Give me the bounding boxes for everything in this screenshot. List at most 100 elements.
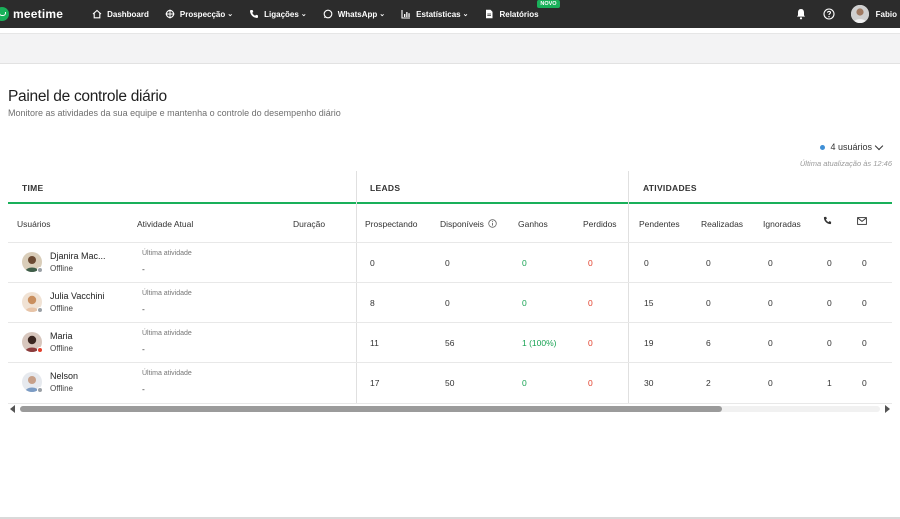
scroll-left-arrow-icon[interactable]	[10, 405, 15, 413]
pending-value: 30	[644, 378, 654, 388]
page-subtitle: Monitore as atividades da sua equipe e m…	[8, 108, 341, 118]
group-leads: LEADS	[370, 183, 401, 193]
scroll-right-arrow-icon[interactable]	[885, 405, 890, 413]
nav-item-relatorios[interactable]: Relatórios NOVO	[484, 0, 560, 28]
presence-dot	[37, 307, 43, 313]
nav-item-label: Relatórios	[499, 9, 539, 19]
emails-value: 0	[862, 298, 867, 308]
user-name[interactable]: Maria	[50, 331, 73, 341]
header-won: Ganhos	[518, 219, 548, 229]
ignored-value: 0	[768, 258, 773, 268]
emails-value: 0	[862, 378, 867, 388]
nav-item-ligacoes[interactable]: Ligações ⌄	[249, 0, 307, 28]
nav-item-label: WhatsApp	[337, 9, 378, 19]
done-value: 2	[706, 378, 711, 388]
new-badge: NOVO	[537, 0, 560, 8]
pending-value: 0	[644, 258, 649, 268]
brand-logo[interactable]: meetime	[0, 0, 63, 28]
home-icon	[92, 9, 102, 19]
emails-value: 0	[862, 258, 867, 268]
presence-dot	[37, 347, 43, 353]
users-selector[interactable]: 4 usuários	[820, 141, 884, 152]
done-value: 0	[706, 258, 711, 268]
header-current-activity: Atividade Atual	[137, 219, 194, 229]
secondary-toolbar	[0, 33, 900, 64]
done-value: 0	[706, 298, 711, 308]
available-value: 56	[445, 338, 455, 348]
chevron-down-icon: ⌄	[462, 11, 469, 18]
header-done: Realizadas	[701, 219, 744, 229]
presence-dot	[37, 267, 43, 273]
row-divider	[8, 362, 892, 363]
main-nav: Dashboard Prospecção ⌄ Ligações ⌄ WhatsA…	[92, 0, 560, 28]
meetime-logo-icon	[0, 7, 9, 21]
prospecting-value: 0	[370, 258, 375, 268]
emails-value: 0	[862, 338, 867, 348]
prospecting-value: 8	[370, 298, 375, 308]
won-value: 0	[522, 298, 527, 308]
available-value: 0	[445, 258, 450, 268]
user-status: Offline	[50, 264, 73, 273]
user-name[interactable]: Fabio	[876, 10, 897, 19]
activity-label: Última atividade	[142, 290, 192, 297]
column-divider	[628, 171, 629, 404]
chart-icon	[401, 10, 411, 19]
header-lost: Perdidos	[583, 219, 617, 229]
nav-item-label: Estatísticas	[416, 9, 461, 19]
user-name[interactable]: Djanira Mac...	[50, 251, 106, 261]
top-navigation-bar: meetime Dashboard Prospecção ⌄ Ligações …	[0, 0, 900, 28]
ignored-value: 0	[768, 298, 773, 308]
info-icon[interactable]	[488, 219, 498, 228]
nav-item-label: Prospecção	[179, 9, 226, 19]
chevron-down-icon: ⌄	[227, 11, 234, 18]
header-available: Disponíveis	[440, 219, 498, 229]
phone-icon	[823, 216, 832, 225]
won-value: 1 (100%)	[522, 338, 557, 348]
prospecting-value: 17	[370, 378, 380, 388]
report-icon	[486, 9, 493, 19]
brand-name: meetime	[13, 7, 64, 21]
nav-item-whatsapp[interactable]: WhatsApp ⌄	[323, 0, 385, 28]
user-name[interactable]: Nelson	[50, 371, 78, 381]
header-prospecting: Prospectando	[365, 219, 418, 229]
calls-value: 0	[827, 258, 832, 268]
activity-label: Última atividade	[142, 250, 192, 257]
table-group-header	[8, 171, 892, 204]
calls-value: 0	[827, 298, 832, 308]
activity-value: -	[142, 344, 145, 354]
phone-icon	[250, 10, 259, 18]
nav-item-prospeccao[interactable]: Prospecção ⌄	[165, 0, 233, 28]
email-icon	[857, 217, 867, 225]
calls-value: 1	[827, 378, 832, 388]
won-value: 0	[522, 378, 527, 388]
selector-dot-icon	[820, 144, 826, 150]
activity-label: Última atividade	[142, 370, 192, 377]
group-activities: ATIVIDADES	[643, 183, 697, 193]
lost-value: 0	[588, 378, 593, 388]
activity-value: -	[142, 264, 145, 274]
row-divider	[8, 282, 892, 283]
header-ignored: Ignoradas	[763, 219, 801, 229]
user-avatar[interactable]	[850, 5, 869, 23]
horizontal-scrollbar[interactable]	[8, 404, 892, 414]
top-right-actions: Fabio	[795, 0, 900, 28]
nav-item-label: Dashboard	[107, 9, 149, 19]
pending-value: 15	[644, 298, 654, 308]
help-icon[interactable]	[823, 8, 835, 20]
bell-icon[interactable]	[795, 8, 807, 20]
scrollbar-thumb[interactable]	[20, 406, 722, 412]
header-users: Usuários	[17, 219, 51, 229]
lost-value: 0	[588, 298, 593, 308]
row-divider	[8, 242, 892, 243]
user-status: Offline	[50, 344, 73, 353]
calls-value: 0	[827, 338, 832, 348]
chevron-down-icon: ⌄	[379, 11, 386, 18]
header-duration: Duração	[293, 219, 326, 229]
nav-item-dashboard[interactable]: Dashboard	[92, 0, 149, 28]
group-time: TIME	[22, 183, 44, 193]
nav-item-estatisticas[interactable]: Estatísticas ⌄	[401, 0, 468, 28]
user-status: Offline	[50, 384, 73, 393]
user-name[interactable]: Julia Vacchini	[50, 291, 104, 301]
prospecting-value: 11	[370, 338, 379, 348]
available-value: 50	[445, 378, 455, 388]
